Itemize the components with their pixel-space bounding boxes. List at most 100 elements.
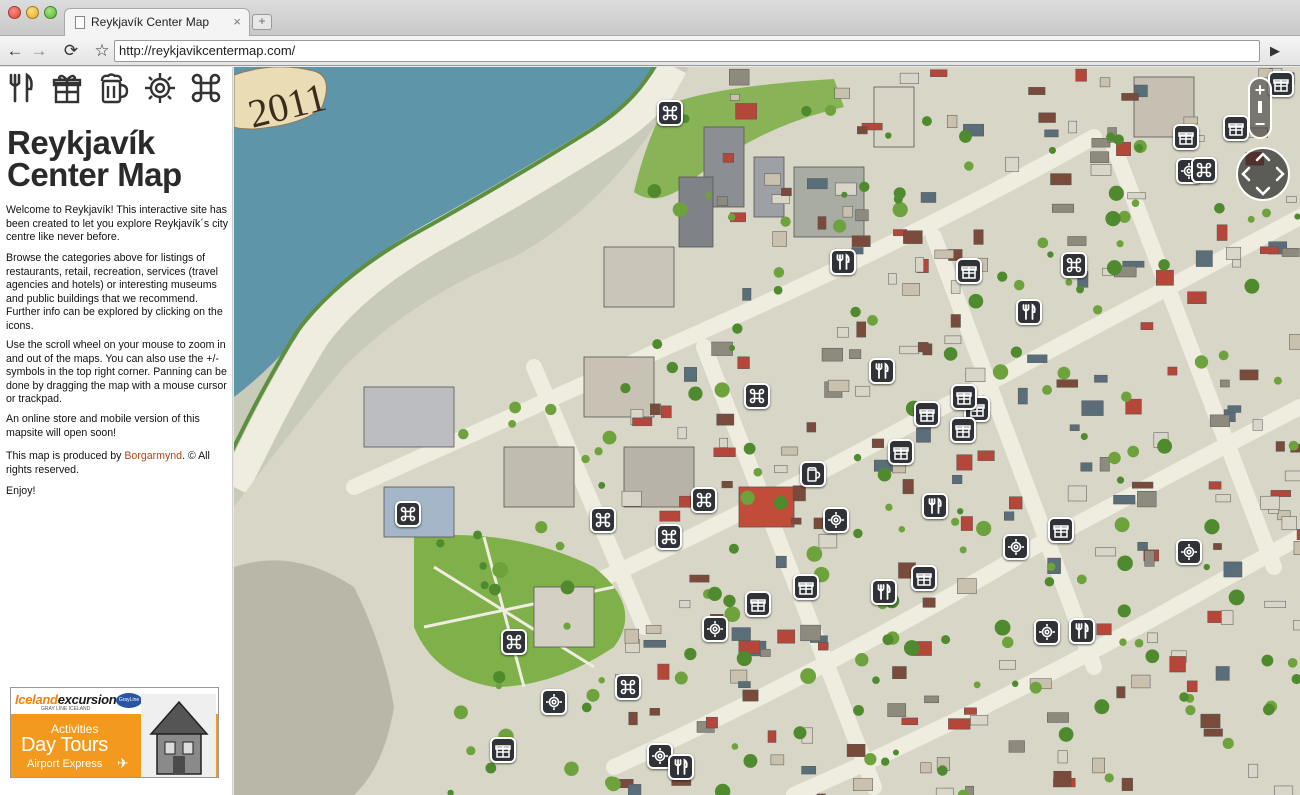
tree — [892, 201, 908, 218]
gift-map-pin[interactable] — [956, 258, 982, 284]
house — [950, 314, 961, 328]
command-map-pin[interactable] — [1191, 157, 1217, 183]
tree — [1058, 727, 1074, 742]
command-map-pin[interactable] — [395, 501, 421, 527]
tree — [1158, 259, 1170, 271]
tree — [1287, 657, 1298, 668]
gift-map-pin[interactable] — [950, 417, 976, 443]
ad-day-tours: Day Tours — [21, 734, 108, 756]
tree — [1121, 391, 1132, 402]
house — [888, 273, 897, 285]
borgarmynd-link[interactable]: Borgarmynd — [124, 450, 182, 462]
gift-map-pin[interactable] — [888, 439, 914, 465]
gift-map-pin[interactable] — [951, 384, 977, 410]
sun-gear-map-pin[interactable] — [1176, 539, 1202, 565]
zoom-out-button[interactable]: − — [1252, 115, 1268, 133]
close-tab-icon[interactable]: × — [233, 14, 241, 29]
gift-map-pin[interactable] — [490, 737, 516, 763]
house — [735, 103, 757, 120]
zoom-slider[interactable] — [1258, 101, 1262, 113]
tree — [581, 454, 590, 464]
house — [1052, 203, 1075, 213]
tree — [545, 403, 557, 416]
reload-icon[interactable]: ⟳ — [60, 40, 82, 62]
command-map-pin[interactable] — [615, 674, 641, 700]
house — [1226, 246, 1242, 260]
beer-mug-map-pin[interactable] — [800, 461, 826, 487]
house — [1095, 547, 1116, 557]
gift-icon[interactable] — [50, 71, 84, 105]
tree — [598, 481, 606, 489]
iceland-excursions-ad[interactable]: Icelandexcursions GRAY LINE ICELAND Gray… — [10, 687, 219, 778]
sun-gear-map-pin[interactable] — [541, 689, 567, 715]
fork-knife-map-pin[interactable] — [1016, 299, 1042, 325]
tree — [1013, 279, 1025, 291]
sun-gear-map-pin[interactable] — [702, 616, 728, 642]
pan-control[interactable] — [1236, 147, 1290, 201]
command-map-pin[interactable] — [691, 487, 717, 513]
tree — [841, 191, 848, 198]
sun-gear-map-pin[interactable] — [1034, 619, 1060, 645]
house — [775, 555, 787, 569]
command-map-pin[interactable] — [501, 629, 527, 655]
window-maximize-button[interactable] — [44, 6, 57, 19]
fork-knife-map-pin[interactable] — [922, 493, 948, 519]
house — [1092, 757, 1105, 774]
window-minimize-button[interactable] — [26, 6, 39, 19]
tree — [853, 453, 862, 462]
house — [677, 426, 687, 440]
window-close-button[interactable] — [8, 6, 21, 19]
fork-knife-map-pin[interactable] — [1069, 618, 1095, 644]
command-icon[interactable] — [189, 71, 223, 105]
tree — [1057, 366, 1071, 380]
tree — [1076, 574, 1087, 585]
command-map-pin[interactable] — [657, 100, 683, 126]
gift-map-pin[interactable] — [745, 591, 771, 617]
house — [721, 481, 733, 489]
back-arrow-icon[interactable]: ← — [4, 40, 26, 62]
house — [1260, 495, 1280, 510]
category-bar — [0, 67, 233, 111]
fork-knife-map-pin[interactable] — [668, 754, 694, 780]
house — [855, 209, 869, 222]
sun-gear-icon[interactable] — [143, 71, 177, 105]
house — [871, 438, 885, 448]
command-icon — [1065, 257, 1083, 278]
gift-map-pin[interactable] — [911, 565, 937, 591]
gift-map-pin[interactable] — [1223, 115, 1249, 141]
zoom-in-button[interactable]: + — [1252, 81, 1268, 99]
beer-mug-icon[interactable] — [96, 71, 130, 105]
forward-arrow-icon[interactable]: → — [28, 40, 50, 62]
fork-knife-map-pin[interactable] — [871, 579, 897, 605]
house — [679, 600, 691, 609]
house — [643, 639, 666, 648]
go-arrow-icon[interactable]: ▶ — [1264, 40, 1286, 62]
address-bar[interactable]: http://reykjavikcentermap.com/ — [114, 40, 1260, 62]
gift-icon — [960, 266, 978, 284]
enjoy-text: Enjoy! — [6, 485, 36, 497]
command-map-pin[interactable] — [590, 507, 616, 533]
house — [1223, 561, 1243, 578]
tree — [1288, 440, 1299, 451]
command-map-pin[interactable] — [744, 383, 770, 409]
browser-tab[interactable]: Reykjavík Center Map × — [64, 8, 250, 36]
gift-map-pin[interactable] — [914, 401, 940, 427]
fork-knife-map-pin[interactable] — [830, 249, 856, 275]
gift-map-pin[interactable] — [1173, 124, 1199, 150]
fork-knife-icon[interactable] — [4, 71, 38, 105]
tree — [535, 521, 548, 534]
sun-gear-map-pin[interactable] — [1003, 534, 1029, 560]
command-map-pin[interactable] — [656, 524, 682, 550]
command-map-pin[interactable] — [1061, 252, 1087, 278]
house — [1186, 680, 1198, 693]
new-tab-button[interactable]: + — [252, 14, 272, 30]
house — [730, 669, 748, 684]
fork-knife-map-pin[interactable] — [869, 358, 895, 384]
gift-map-pin[interactable] — [1048, 517, 1074, 543]
star-icon[interactable]: ☆ — [91, 40, 113, 62]
sun-gear-map-pin[interactable] — [823, 507, 849, 533]
tree — [480, 581, 489, 590]
city-map[interactable]: 2011 + − — [234, 67, 1300, 795]
gift-map-pin[interactable] — [793, 574, 819, 600]
house — [1044, 129, 1059, 138]
